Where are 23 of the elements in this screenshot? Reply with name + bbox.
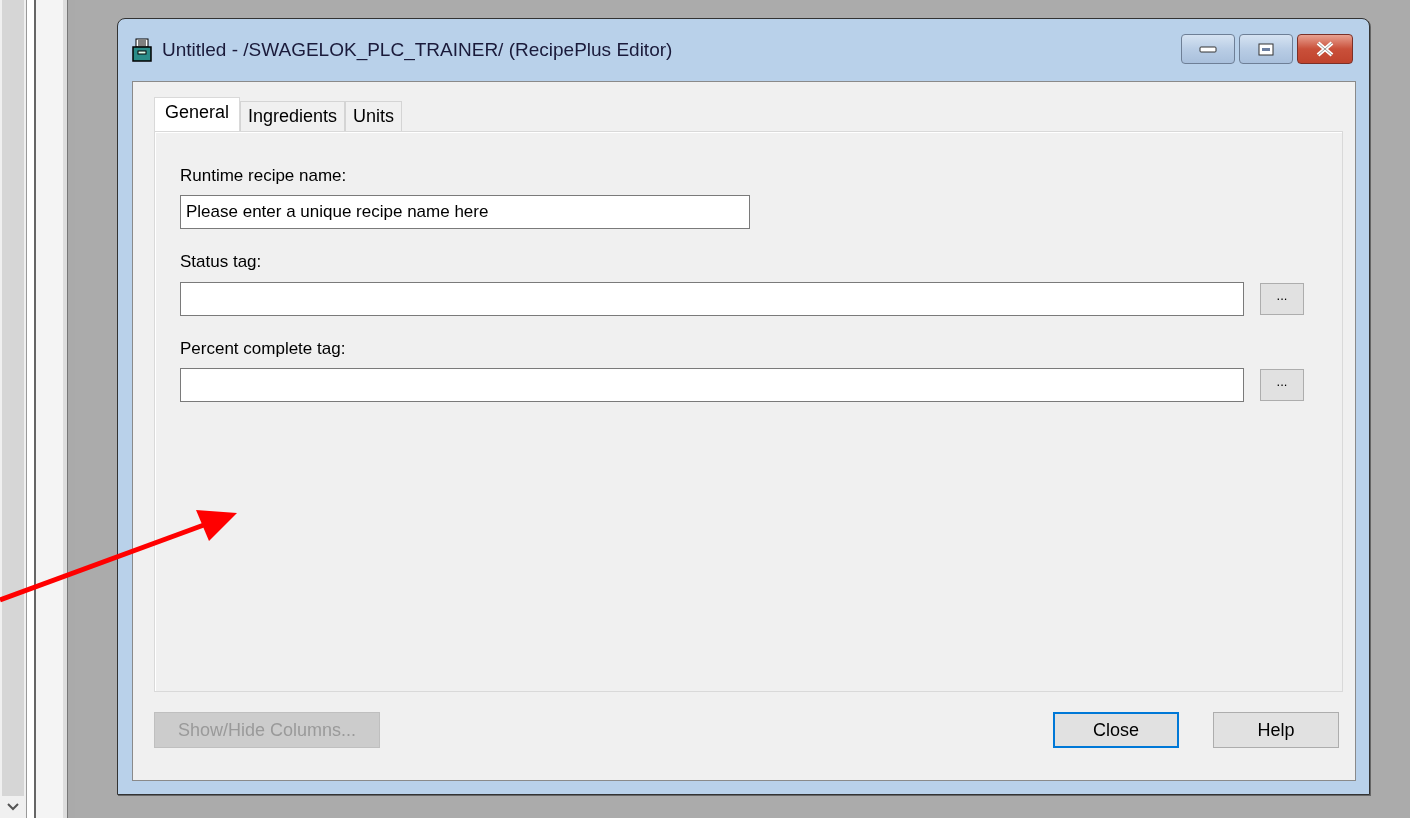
window-title: Untitled - /SWAGELOK_PLC_TRAINER/ (RecipePlus Editor) (162, 37, 673, 63)
minimize-button[interactable] (1181, 34, 1235, 64)
tab[interactable]: Ingredients (240, 100, 346, 131)
input-field[interactable] (180, 368, 1244, 403)
input-field[interactable]: Please enter a unique recipe name here (180, 195, 750, 230)
browse-button[interactable]: ... (1260, 282, 1304, 315)
maximize-button[interactable] (1239, 34, 1293, 64)
dialog-button[interactable]: Close (1053, 712, 1179, 748)
tab[interactable]: Units (345, 100, 403, 131)
field-label: Status tag: (180, 252, 263, 273)
scrollbar[interactable] (0, 0, 26, 818)
maximize-icon (1258, 42, 1274, 56)
tab[interactable]: General (154, 96, 241, 131)
field-label: Runtime recipe name: (180, 166, 348, 187)
close-icon (1315, 41, 1335, 57)
dialog-button[interactable]: Help (1213, 712, 1339, 748)
chevron-down-icon[interactable] (7, 803, 19, 811)
close-window-button[interactable] (1297, 34, 1353, 64)
minimize-icon (1199, 45, 1217, 53)
field-label: Percent complete tag: (180, 338, 347, 360)
file-cabinet-icon (132, 38, 152, 62)
input-field[interactable] (180, 281, 1244, 316)
browse-button[interactable]: ... (1260, 369, 1304, 402)
